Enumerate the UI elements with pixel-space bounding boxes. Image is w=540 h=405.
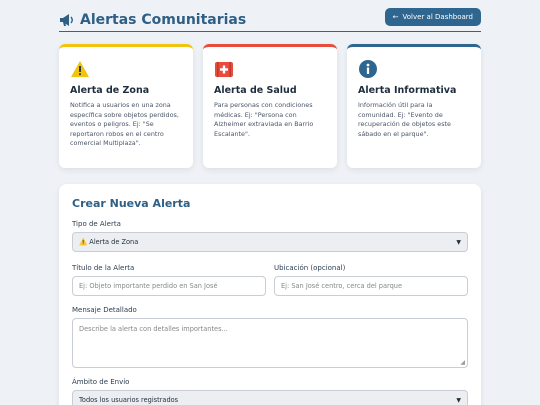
form-title: Crear Nueva Alerta (72, 197, 191, 210)
alert-type-select[interactable]: ⚠️ Alerta de Zona ▼ (72, 232, 468, 252)
title-field-group: Título de la Alerta Ej: Objeto important… (72, 264, 266, 296)
alert-type-cards: Alerta de Zona Notifica a usuarios en un… (59, 44, 481, 168)
zone-alert-description: Notifica a usuarios en una zona específi… (70, 101, 179, 148)
location-field-group: Ubicación (opcional) Ej: San José centro… (274, 264, 468, 296)
health-alert-title: Alerta de Salud (214, 85, 297, 96)
megaphone-icon (60, 13, 73, 26)
alert-title-label: Título de la Alerta (72, 264, 135, 272)
resize-handle-icon[interactable]: ◢ (460, 359, 465, 366)
info-alert-title: Alerta Informativa (358, 85, 457, 96)
message-placeholder: Describe la alerta con detalles importan… (79, 325, 228, 333)
title-location-row: Título de la Alerta Ej: Objeto important… (72, 264, 468, 296)
chevron-down-icon: ▼ (456, 238, 461, 246)
warning-icon (71, 61, 89, 77)
alert-type-label: Tipo de Alerta (72, 220, 121, 228)
zone-alert-card: Alerta de Zona Notifica a usuarios en un… (59, 44, 193, 168)
create-alert-form: Crear Nueva Alerta Tipo de Alerta ⚠️ Ale… (59, 184, 481, 405)
page-title: Alertas Comunitarias (59, 12, 246, 28)
medical-kit-icon (215, 62, 233, 77)
message-textarea[interactable]: Describe la alerta con detalles importan… (72, 318, 468, 368)
chevron-down-icon: ▼ (456, 396, 461, 404)
location-input[interactable]: Ej: San José centro, cerca del parque (274, 276, 468, 296)
health-alert-card: Alerta de Salud Para personas con condic… (203, 44, 337, 168)
location-label: Ubicación (opcional) (274, 264, 346, 272)
scope-select[interactable]: Todos los usuarios registrados ▼ (72, 390, 468, 405)
info-icon (359, 60, 377, 78)
scope-label: Ámbito de Envío (72, 378, 130, 386)
back-button-label: Volver al Dashboard (402, 12, 473, 21)
page-title-text: Alertas Comunitarias (80, 11, 247, 28)
info-alert-description: Información útil para la comunidad. Ej: … (358, 101, 451, 138)
back-to-dashboard-button[interactable]: ← Volver al Dashboard (384, 7, 481, 26)
scope-value: Todos los usuarios registrados (79, 396, 179, 404)
alert-title-input[interactable]: Ej: Objeto importante perdido en San Jos… (72, 276, 266, 296)
message-label: Mensaje Detallado (72, 306, 137, 314)
info-alert-card: Alerta Informativa Información útil para… (347, 44, 481, 168)
arrow-left-icon: ← (392, 12, 399, 21)
alert-type-value: ⚠️ Alerta de Zona (79, 238, 139, 246)
page-header: Alertas Comunitarias ← Volver al Dashboa… (59, 7, 481, 32)
zone-alert-title: Alerta de Zona (70, 85, 150, 96)
health-alert-description: Para personas con condiciones médicas. E… (214, 101, 314, 138)
